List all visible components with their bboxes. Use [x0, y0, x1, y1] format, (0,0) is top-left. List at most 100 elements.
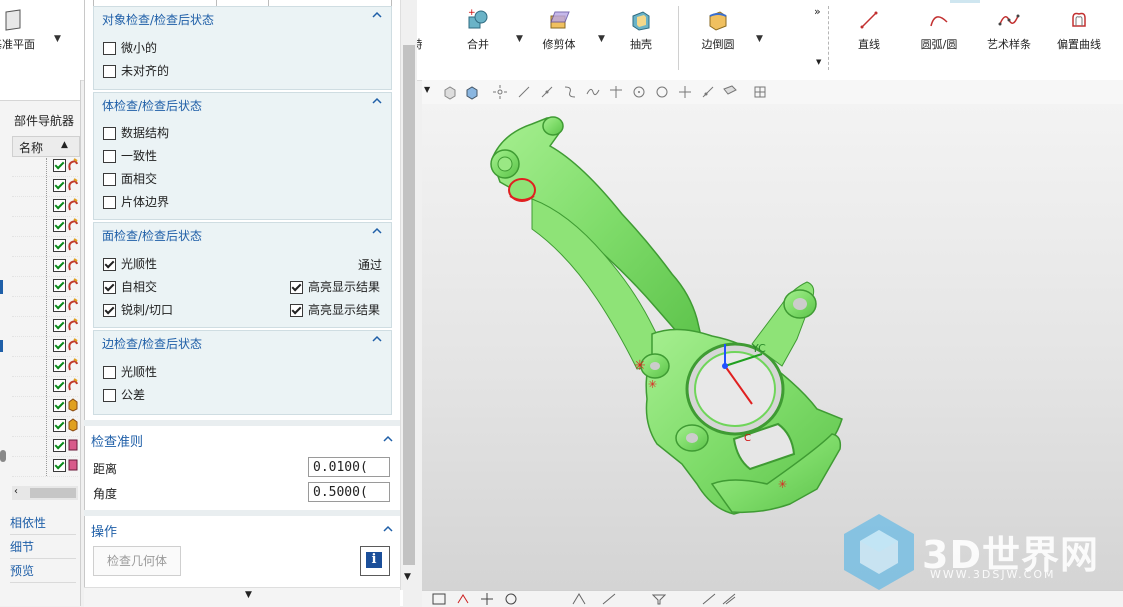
tree-row[interactable] — [12, 416, 78, 437]
spikes-highlight-checkbox[interactable] — [290, 304, 303, 317]
visibility-checkbox[interactable] — [53, 359, 66, 372]
dialog-vertical-scrollbar[interactable]: ▼ — [400, 0, 417, 590]
collapse-icon[interactable] — [371, 95, 383, 107]
tree-row[interactable] — [12, 456, 78, 477]
graphics-viewport[interactable]: ✳ ✳ ✳ YC C 3D世界网 WWW.3DSJW.COM — [422, 104, 1123, 590]
tree-row[interactable] — [12, 256, 78, 277]
intersection-snap-icon[interactable] — [608, 84, 624, 100]
misaligned-checkbox[interactable] — [103, 65, 116, 78]
visibility-checkbox[interactable] — [53, 199, 66, 212]
preview-panel[interactable]: 预览 — [10, 560, 76, 583]
endpoint-snap-icon[interactable] — [516, 84, 532, 100]
expand-dialog-icon[interactable]: ▼ — [245, 590, 252, 600]
point-snap-icon[interactable] — [492, 84, 508, 100]
visibility-checkbox[interactable] — [53, 259, 66, 272]
scroll-left-icon[interactable]: ‹ — [14, 486, 18, 497]
line-tool-icon[interactable] — [722, 593, 736, 605]
collapse-icon[interactable] — [382, 523, 394, 535]
visibility-checkbox[interactable] — [53, 319, 66, 332]
tree-row[interactable] — [12, 276, 78, 297]
tree-row[interactable] — [12, 296, 78, 317]
edge-smoothness-checkbox[interactable] — [103, 366, 116, 379]
distance-input[interactable]: 0.0100( — [308, 457, 390, 477]
sheet-boundary-checkbox[interactable] — [103, 196, 116, 209]
curve-snap-icon[interactable] — [562, 84, 578, 100]
visibility-checkbox[interactable] — [53, 179, 66, 192]
tree-row[interactable] — [12, 376, 78, 397]
arc-circle-button[interactable]: 圆弧/圆 — [904, 8, 974, 52]
tiny-checkbox[interactable] — [103, 42, 116, 55]
visibility-checkbox[interactable] — [53, 239, 66, 252]
spline-snap-icon[interactable] — [585, 84, 601, 100]
select-node-icon[interactable] — [456, 593, 470, 605]
edge-blend-button[interactable]: 边倒圆 — [683, 8, 753, 52]
snap-angle-icon[interactable] — [602, 593, 616, 605]
shell-button[interactable]: 抽壳 — [606, 8, 676, 52]
visibility-checkbox[interactable] — [53, 459, 66, 472]
self-intersect-checkbox[interactable] — [103, 281, 116, 294]
collapse-icon[interactable] — [371, 9, 383, 21]
offset-curve-button[interactable]: 偏置曲线 — [1044, 8, 1114, 52]
line-button[interactable]: 直线 — [834, 8, 904, 52]
consistency-checkbox[interactable] — [103, 150, 116, 163]
angle-input[interactable]: 0.5000( — [308, 482, 390, 502]
information-button[interactable]: i — [360, 546, 390, 576]
data-structure-checkbox[interactable] — [103, 127, 116, 140]
visibility-checkbox[interactable] — [53, 279, 66, 292]
tree-row[interactable] — [12, 396, 78, 417]
tree-row[interactable] — [12, 316, 78, 337]
collapse-icon[interactable] — [371, 225, 383, 237]
line-tool-icon[interactable] — [702, 593, 716, 605]
scroll-down-icon[interactable]: ▼ — [404, 572, 411, 582]
collapse-icon[interactable] — [382, 433, 394, 445]
point-on-curve-icon[interactable] — [700, 84, 716, 100]
trim-body-button[interactable]: 修剪体 — [524, 8, 594, 52]
nav-horizontal-scrollbar[interactable]: ‹ — [12, 486, 78, 500]
steering-knuckle-model[interactable]: ✳ ✳ ✳ YC C — [422, 104, 1123, 590]
unite-button[interactable]: + 合并 — [443, 8, 513, 52]
crosshair-icon[interactable] — [480, 593, 494, 605]
grid-icon[interactable] — [752, 84, 768, 100]
visibility-checkbox[interactable] — [53, 439, 66, 452]
studio-spline-button[interactable]: 艺术样条 — [974, 8, 1044, 52]
unite-dropdown[interactable]: ▼ — [516, 34, 523, 44]
filter-icon[interactable] — [652, 593, 666, 605]
existing-point-icon[interactable] — [677, 84, 693, 100]
check-geometry-button[interactable]: 检查几何体 — [93, 546, 181, 576]
dependencies-panel[interactable]: 相依性 — [10, 512, 76, 535]
snap-angle-icon[interactable] — [572, 593, 586, 605]
scroll-thumb[interactable] — [30, 488, 76, 498]
ribbon-overflow-dropdown[interactable]: ▼ — [816, 58, 821, 66]
select-rectangle-icon[interactable] — [432, 593, 446, 605]
select-circle-icon[interactable] — [504, 593, 518, 605]
spikes-checkbox[interactable] — [103, 304, 116, 317]
edge-blend-dropdown[interactable]: ▼ — [756, 34, 763, 44]
visibility-checkbox[interactable] — [53, 339, 66, 352]
datum-plane-button[interactable]: 基准平面 — [0, 8, 48, 52]
tree-row[interactable] — [12, 216, 78, 237]
face-smoothness-checkbox[interactable] — [103, 258, 116, 271]
visibility-checkbox[interactable] — [53, 159, 66, 172]
nav-column-header[interactable]: 名称 ▲ — [12, 136, 80, 157]
tree-row[interactable] — [12, 196, 78, 217]
tree-row[interactable] — [12, 336, 78, 357]
tree-row[interactable] — [12, 436, 78, 457]
visibility-checkbox[interactable] — [53, 219, 66, 232]
center-snap-icon[interactable] — [631, 84, 647, 100]
visibility-checkbox[interactable] — [53, 399, 66, 412]
visibility-checkbox[interactable] — [53, 299, 66, 312]
tree-row[interactable] — [12, 356, 78, 377]
shaded-cube-icon[interactable] — [464, 84, 480, 100]
scrollbar-thumb[interactable] — [403, 45, 415, 565]
midpoint-snap-icon[interactable] — [539, 84, 555, 100]
tree-row[interactable] — [12, 236, 78, 257]
details-panel[interactable]: 细节 — [10, 536, 76, 559]
point-on-face-icon[interactable] — [722, 84, 738, 100]
tree-row[interactable] — [12, 156, 78, 177]
visibility-checkbox[interactable] — [53, 379, 66, 392]
collapse-icon[interactable] — [371, 333, 383, 345]
snap-dropdown[interactable]: ▼ — [424, 85, 430, 94]
visibility-checkbox[interactable] — [53, 419, 66, 432]
face-intersection-checkbox[interactable] — [103, 173, 116, 186]
tree-row[interactable] — [12, 176, 78, 197]
